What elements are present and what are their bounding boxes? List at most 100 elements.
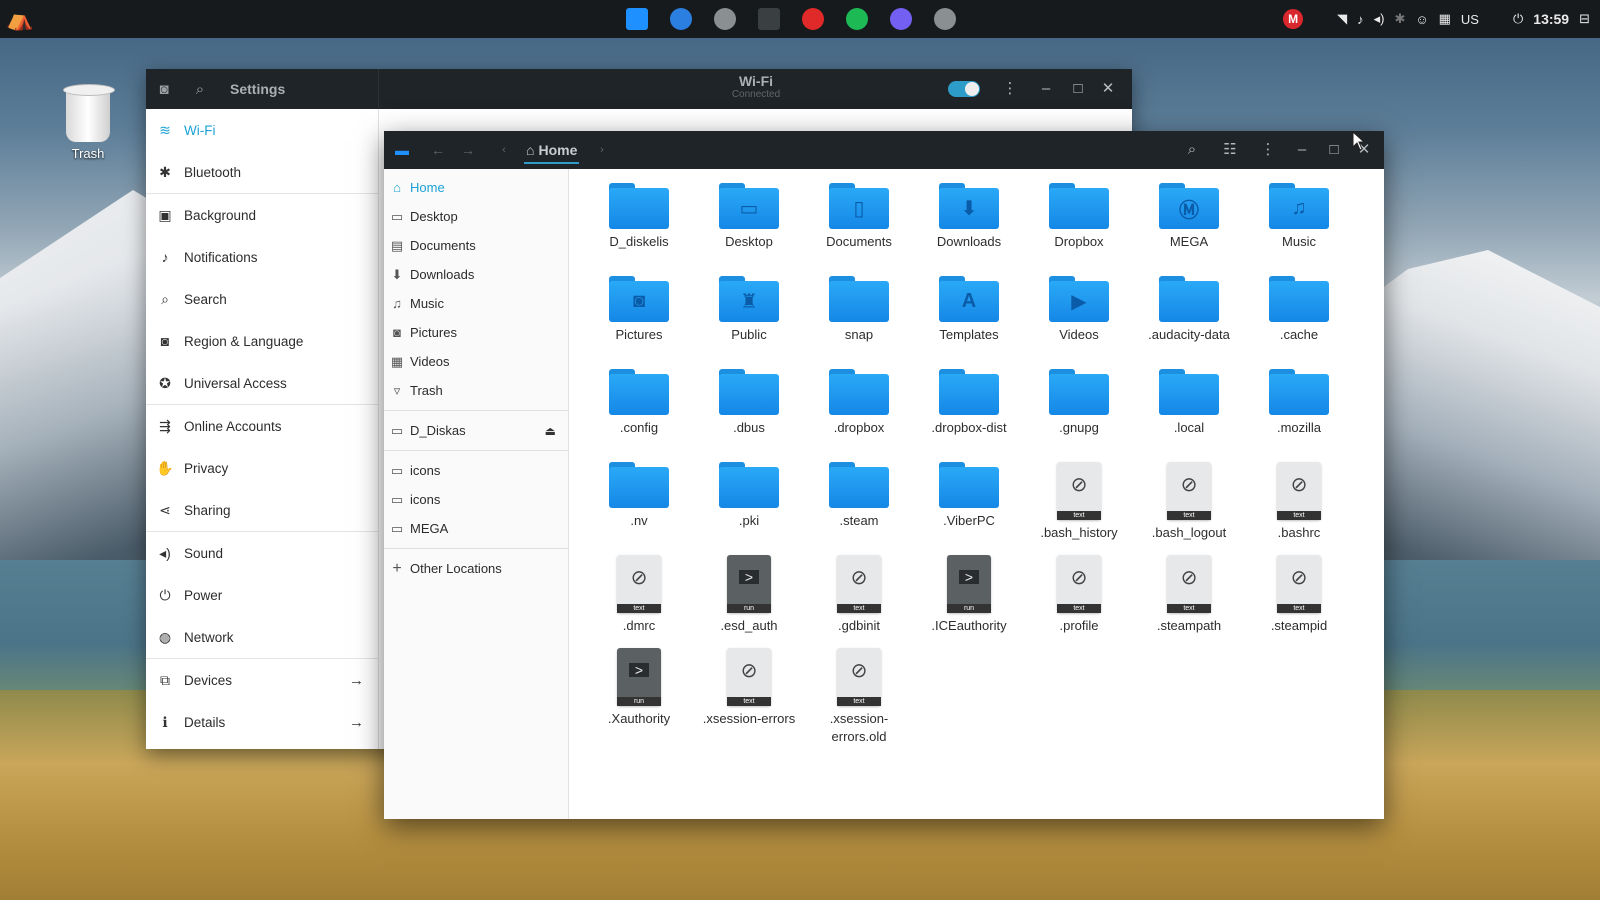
wifi-tray-icon[interactable]: ◥ (1337, 11, 1347, 27)
keyboard-layout[interactable]: US (1461, 12, 1479, 27)
notification-bell-icon[interactable]: ♪ (1357, 12, 1364, 27)
power-icon[interactable]: ⏻ (1513, 11, 1523, 27)
file-item[interactable]: ⊘ text .dmrc (584, 555, 694, 648)
file-item[interactable]: > run .esd_auth (694, 555, 804, 648)
file-item[interactable]: ⊘ text .profile (1024, 555, 1134, 648)
keyboard-icon[interactable]: ▦ (1439, 11, 1451, 27)
menu-dots-icon[interactable]: ⋮ (998, 77, 1022, 101)
place-videos[interactable]: ▦ Videos (384, 347, 568, 376)
file-item[interactable]: > run .Xauthority (584, 648, 694, 741)
file-item[interactable]: ⊘ text .steampath (1134, 555, 1244, 648)
place-desktop[interactable]: ▭ Desktop (384, 202, 568, 231)
file-item[interactable]: ⊘ text .bash_logout (1134, 462, 1244, 555)
eject-icon[interactable]: ⏏ (545, 424, 556, 438)
sidebar-item-sharing[interactable]: ⋖ Sharing (146, 489, 378, 531)
dock-item-opera[interactable] (798, 4, 828, 34)
folder-item[interactable]: .steam (804, 462, 914, 555)
clock[interactable]: 13:59 (1533, 11, 1569, 27)
path-right-chevron-icon[interactable]: › (590, 138, 614, 162)
folder-item[interactable]: ⬇ Downloads (914, 183, 1024, 276)
close-icon[interactable]: ✕ (1096, 77, 1120, 101)
folder-item[interactable]: .cache (1244, 276, 1354, 369)
desktop-trash[interactable]: Trash (58, 84, 118, 161)
sidebar-item-bluetooth[interactable]: ✱ Bluetooth (146, 151, 378, 193)
file-item[interactable]: ⊘ text .bash_history (1024, 462, 1134, 555)
dock-item-spotify[interactable] (842, 4, 872, 34)
folder-item[interactable]: .dropbox (804, 369, 914, 462)
folder-item[interactable]: Ⓜ MEGA (1134, 183, 1244, 276)
place-pictures[interactable]: ◙ Pictures (384, 318, 568, 347)
back-arrow-icon[interactable]: ← (426, 138, 450, 162)
folder-item[interactable]: D_diskelis (584, 183, 694, 276)
file-item[interactable]: ⊘ text .gdbinit (804, 555, 914, 648)
place-downloads[interactable]: ⬇ Downloads (384, 260, 568, 289)
sidebar-item-online-accounts[interactable]: ⇶ Online Accounts (146, 405, 378, 447)
place-documents[interactable]: ▤ Documents (384, 231, 568, 260)
search-icon[interactable]: ⌕ (182, 81, 218, 98)
place-trash[interactable]: ▿ Trash (384, 376, 568, 405)
sidebar-item-details[interactable]: ℹ Details → (146, 701, 378, 743)
folder-item[interactable]: ♫ Music (1244, 183, 1354, 276)
volume-icon[interactable]: ◂) (1374, 11, 1385, 27)
folder-item[interactable]: ♜ Public (694, 276, 804, 369)
sidebar-item-search[interactable]: ⌕ Search (146, 278, 378, 320)
sidebar-item-power[interactable]: ⏻ Power (146, 574, 378, 616)
sidebar-item-region-language[interactable]: ◙ Region & Language (146, 320, 378, 362)
file-item[interactable]: ⊘ text .xsession-errors.old (804, 648, 914, 744)
folder-item[interactable]: A Templates (914, 276, 1024, 369)
folder-item[interactable]: ▯ Documents (804, 183, 914, 276)
folder-item[interactable]: .nv (584, 462, 694, 555)
sidebar-item-notifications[interactable]: ♪ Notifications (146, 236, 378, 278)
dock-item-viber[interactable] (886, 4, 916, 34)
place-music[interactable]: ♫ Music (384, 289, 568, 318)
folder-item[interactable]: ▭ Desktop (694, 183, 804, 276)
sidebar-item-network[interactable]: ◍ Network (146, 616, 378, 658)
folder-item[interactable]: .gnupg (1024, 369, 1134, 462)
mega-tray-icon[interactable]: M (1283, 9, 1304, 29)
maximize-icon[interactable]: □ (1066, 77, 1090, 101)
place-d-diskas[interactable]: ▭ D_Diskas ⏏ (384, 416, 568, 445)
maximize-icon[interactable]: □ (1322, 138, 1346, 162)
folder-item[interactable]: .local (1134, 369, 1244, 462)
breadcrumb-home[interactable]: ⌂ Home (524, 138, 580, 164)
folder-item[interactable]: .dropbox-dist (914, 369, 1024, 462)
sidebar-item-universal-access[interactable]: ✪ Universal Access (146, 362, 378, 404)
folder-item[interactable]: .dbus (694, 369, 804, 462)
app-menu-icon[interactable]: ⛺ (6, 6, 33, 32)
file-item[interactable]: > run .ICEauthority (914, 555, 1024, 648)
menu-dots-icon[interactable]: ⋮ (1256, 138, 1280, 162)
minimize-icon[interactable]: – (1290, 138, 1314, 162)
sidebar-item-privacy[interactable]: ✋ Privacy (146, 447, 378, 489)
sidebar-toggle-icon[interactable]: ⊟ (1579, 11, 1590, 27)
view-list-icon[interactable]: ☷ (1218, 138, 1242, 162)
forward-arrow-icon[interactable]: → (456, 138, 480, 162)
sidebar-item-devices[interactable]: ⧉ Devices → (146, 659, 378, 701)
search-icon[interactable]: ⌕ (1180, 138, 1204, 162)
minimize-icon[interactable]: – (1034, 77, 1058, 101)
bluetooth-tray-icon[interactable]: ✱ (1394, 11, 1405, 27)
path-left-chevron-icon[interactable]: ‹ (492, 138, 516, 162)
file-item[interactable]: ⊘ text .xsession-errors (694, 648, 804, 741)
emoji-icon[interactable]: ☺ (1415, 12, 1428, 27)
folder-item[interactable]: snap (804, 276, 914, 369)
file-item[interactable]: ⊘ text .bashrc (1244, 462, 1354, 555)
sidebar-item-sound[interactable]: ◂) Sound (146, 532, 378, 574)
sidebar-item-wi-fi[interactable]: ≋ Wi-Fi (146, 109, 378, 151)
folder-item[interactable]: .pki (694, 462, 804, 555)
dock-item-settings[interactable] (710, 4, 740, 34)
folder-item[interactable]: .mozilla (1244, 369, 1354, 462)
place-icons[interactable]: ▭ icons (384, 485, 568, 514)
file-item[interactable]: ⊘ text .steampid (1244, 555, 1354, 648)
dock-item-terminal[interactable] (754, 4, 784, 34)
folder-item[interactable]: .ViberPC (914, 462, 1024, 555)
place-mega[interactable]: ▭ MEGA (384, 514, 568, 543)
wifi-toggle[interactable] (948, 81, 980, 97)
place-other-locations[interactable]: + Other Locations (384, 554, 568, 583)
folder-item[interactable]: ◙ Pictures (584, 276, 694, 369)
sidebar-item-background[interactable]: ▣ Background (146, 194, 378, 236)
place-home[interactable]: ⌂ Home (384, 173, 568, 202)
dock-item-files[interactable] (622, 4, 652, 34)
dock-item-settings[interactable] (930, 4, 960, 34)
folder-item[interactable]: Dropbox (1024, 183, 1134, 276)
place-icons[interactable]: ▭ icons (384, 456, 568, 485)
